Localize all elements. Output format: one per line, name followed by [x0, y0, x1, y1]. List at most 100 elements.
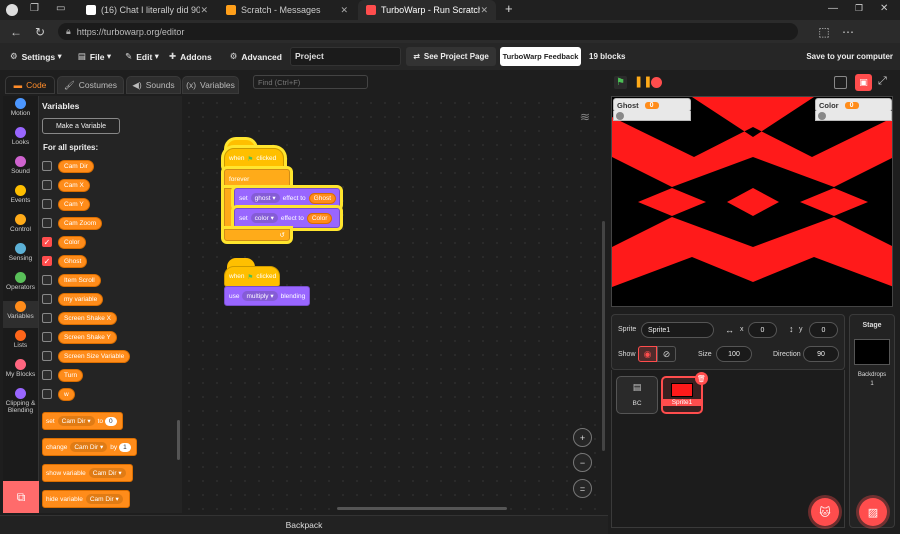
workspace-vertical-scrollbar[interactable] — [602, 221, 605, 451]
size-input[interactable]: 100 — [716, 346, 752, 362]
addons-menu[interactable]: ✚ Addons — [169, 51, 212, 62]
profile-avatar-icon[interactable] — [6, 4, 18, 16]
variable-checkbox[interactable] — [42, 180, 52, 190]
palette-scrollbar[interactable] — [177, 420, 180, 460]
browser-tab-scratch[interactable]: Scratch - Messages ✕ — [218, 0, 356, 20]
variable-dropdown[interactable]: Cam Dir ▾ — [57, 416, 95, 426]
zoom-in-button[interactable]: + — [573, 428, 592, 447]
tab-variables[interactable]: (x) Variables — [182, 76, 239, 94]
variable-reporter[interactable]: Screen Size Variable — [58, 349, 131, 363]
slider-knob[interactable] — [818, 112, 826, 120]
y-input[interactable]: 0 — [809, 322, 838, 338]
stop-button[interactable] — [651, 77, 662, 88]
maximize-icon[interactable]: ❐ — [855, 3, 863, 14]
variable-reporter[interactable]: w — [58, 387, 75, 401]
show-variable-block[interactable]: show variable Cam Dir ▾ — [42, 464, 133, 482]
effect-dropdown[interactable]: color ▾ — [250, 213, 278, 223]
variable-reporter[interactable]: Screen Shake Y — [58, 330, 117, 344]
close-icon[interactable]: ✕ — [200, 5, 208, 16]
category-my-blocks[interactable]: My Blocks — [3, 359, 38, 386]
variable-dropdown[interactable]: Cam Dir ▾ — [70, 442, 108, 452]
backpack-bar[interactable]: Backpack — [0, 515, 608, 534]
save-to-computer-button[interactable]: Save to your computer — [806, 52, 893, 61]
green-flag-button[interactable]: ⚑ — [614, 76, 627, 89]
variable-checkbox[interactable] — [42, 389, 52, 399]
effect-dropdown[interactable]: ghost ▾ — [250, 193, 280, 203]
tab-actions-icon[interactable]: ▭ — [56, 3, 65, 14]
color-slider[interactable] — [815, 111, 892, 121]
tab-sounds[interactable]: ◀) Sounds — [126, 76, 181, 94]
variable-reporter[interactable]: Color — [58, 235, 86, 249]
refresh-icon[interactable]: ↻ — [28, 25, 52, 39]
close-icon[interactable]: ✕ — [480, 5, 488, 16]
small-stage-icon[interactable] — [834, 76, 847, 89]
category-variables[interactable]: Variables — [3, 301, 38, 328]
add-extension-button[interactable]: ⧉ — [3, 481, 39, 513]
variable-checkbox[interactable] — [42, 275, 52, 285]
stage-canvas[interactable]: Ghost 0 Color 0 — [611, 96, 893, 307]
show-hidden-button[interactable]: ⊘ — [657, 346, 676, 362]
show-visible-button[interactable]: ◉ — [638, 346, 657, 362]
variable-reporter[interactable]: Turn — [58, 368, 84, 382]
choose-backdrop-button[interactable]: ▨ — [859, 498, 887, 526]
find-input[interactable]: Find (Ctrl+F) — [253, 75, 368, 89]
category-lists[interactable]: Lists — [3, 330, 38, 357]
x-input[interactable]: 0 — [748, 322, 777, 338]
ghost-reporter[interactable]: Ghost — [308, 192, 337, 204]
workspaces-icon[interactable]: ❐ — [30, 3, 39, 14]
category-sensing[interactable]: Sensing — [3, 243, 38, 270]
pause-button[interactable]: ❚❚ — [634, 75, 652, 88]
category-control[interactable]: Control — [3, 214, 38, 241]
close-icon[interactable]: ✕ — [340, 5, 348, 16]
variable-dropdown[interactable]: Cam Dir ▾ — [88, 468, 126, 478]
sprite-name-input[interactable]: Sprite1 — [641, 322, 714, 338]
value-input[interactable]: 0 — [105, 416, 117, 426]
workspace-horizontal-scrollbar[interactable] — [337, 507, 507, 510]
extensions-icon[interactable]: ⬚ — [812, 25, 836, 39]
browser-tab-turbowarp[interactable]: TurboWarp - Run Scratch projects ✕ — [358, 0, 496, 20]
settings-menu[interactable]: ⚙ Settings ▾ — [10, 51, 62, 62]
set-ghost-effect-block[interactable]: set ghost ▾ effect to Ghost — [234, 188, 340, 208]
sprite-thumb-bc[interactable]: ▤ BC — [616, 376, 658, 414]
variable-reporter[interactable]: Cam Y — [58, 197, 90, 211]
variable-checkbox[interactable] — [42, 294, 52, 304]
minimize-icon[interactable]: — — [828, 3, 838, 14]
variable-reporter[interactable]: Cam Zoom — [58, 216, 103, 230]
url-field[interactable]: 🔒︎ https://turbowarp.org/editor — [58, 23, 798, 40]
slider-knob[interactable] — [616, 112, 624, 120]
feedback-button[interactable]: TurboWarp Feedback — [500, 47, 581, 66]
forever-block[interactable]: forever — [224, 169, 290, 189]
tab-code[interactable]: ▬ Code — [5, 76, 55, 94]
variable-checkbox[interactable] — [42, 199, 52, 209]
back-icon[interactable]: ← — [4, 25, 28, 39]
project-title-input[interactable]: Project — [290, 47, 401, 66]
color-monitor[interactable]: Color 0 — [815, 98, 892, 112]
choose-sprite-button[interactable]: 🐱︎ — [811, 498, 839, 526]
variable-reporter[interactable]: Cam Dir — [58, 159, 94, 173]
variable-reporter[interactable]: Item Scroll — [58, 273, 101, 287]
set-color-effect-block[interactable]: set color ▾ effect to Color — [234, 208, 340, 228]
window-close-icon[interactable]: ✕ — [880, 3, 888, 14]
more-menu-icon[interactable]: ⋯ — [836, 25, 860, 39]
variable-checkbox[interactable] — [42, 332, 52, 342]
code-workspace[interactable]: ≋ when ⚑ clicked forever set ghost ▾ eff… — [182, 96, 608, 513]
variable-checkbox[interactable] — [42, 351, 52, 361]
advanced-menu[interactable]: ⚙ Advanced — [230, 51, 282, 62]
category-sound[interactable]: Sound — [3, 156, 38, 183]
category-looks[interactable]: Looks — [3, 127, 38, 154]
variable-dropdown[interactable]: Cam Dir ▾ — [85, 494, 123, 504]
delete-sprite-button[interactable]: 🗑︎ — [695, 372, 708, 385]
zoom-reset-button[interactable]: = — [573, 479, 592, 498]
variable-checkbox[interactable]: ✓ — [42, 237, 52, 247]
variable-reporter[interactable]: my variable — [58, 292, 104, 306]
new-tab-button[interactable]: + — [505, 1, 513, 16]
variable-checkbox[interactable] — [42, 218, 52, 228]
file-menu[interactable]: ▤ File ▾ — [78, 51, 111, 62]
direction-input[interactable]: 90 — [803, 346, 839, 362]
variable-checkbox[interactable] — [42, 313, 52, 323]
browser-tab-chat[interactable]: (16) Chat I literally did 90% of the ✕ — [78, 0, 216, 20]
set-variable-block[interactable]: set Cam Dir ▾ to 0 — [42, 412, 123, 430]
make-variable-button[interactable]: Make a Variable — [42, 118, 120, 134]
use-blending-block[interactable]: use multiply ▾ blending — [224, 286, 310, 306]
value-input[interactable]: 1 — [119, 442, 131, 452]
